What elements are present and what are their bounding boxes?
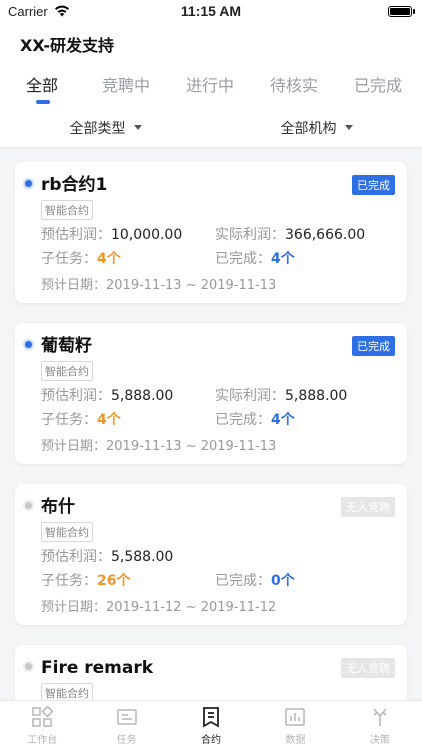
tab-label: 已完成 [353,76,402,95]
task-icon [116,708,137,725]
status-badge: 已完成 [352,175,395,195]
task-row: 子任务： 4个 已完成： 4个 [41,411,395,429]
date-row: 预计日期：2019-11-12 ~ 2019-11-12 [41,596,395,615]
subtasks-value: 26个 [97,573,131,589]
tab-label: 全部 [25,76,58,95]
contract-card[interactable]: rb合约1 已完成 智能合约 预估利润： 10,000.00 实际利润： 366,6… [15,162,407,303]
battery-level [390,7,410,15]
contract-list[interactable]: rb合约1 已完成 智能合约 预估利润： 10,000.00 实际利润： 366,6… [0,148,422,700]
completed-label: 已完成： [215,251,271,267]
date-value: 2019-11-12 ~ 2019-11-12 [106,600,277,615]
subtasks-label: 子任务： [41,412,97,428]
type-tag: 智能合约 [41,361,93,381]
caret-down-icon [133,125,142,130]
tab-all[interactable]: 全部 [0,66,84,108]
completed-value: 4个 [271,412,295,428]
tabbar-label: 数据 [285,734,306,746]
task-row: 子任务： 26个 已完成： 0个 [41,572,395,590]
contract-card[interactable]: 葡萄籽 已完成 智能合约 预估利润： 5,888.00 实际利润： 5,888.00… [15,323,407,464]
est-profit-label: 预估利润： [41,549,111,565]
actual-profit-value: 5,888.00 [285,388,348,404]
status-dot [25,502,32,509]
tabbar-item-decision[interactable]: 决策 [338,701,422,750]
est-profit-value: 10,000.00 [111,227,183,243]
subtasks-label: 子任务： [41,251,97,267]
completed-label: 已完成： [215,573,271,589]
tabbar-item-contracts[interactable]: 合约 [169,701,253,750]
status-bar: Carrier 11:15 AM [0,0,422,22]
chart-icon [285,707,306,726]
carrier-label: Carrier [8,3,48,19]
navigation-bar: XX-研发支持 [0,22,422,66]
status-left: Carrier [8,4,70,19]
actual-profit-label: 实际利润： [215,388,285,404]
caret-down-icon [344,125,353,130]
filter-bar: 全部类型 全部机构 [0,108,422,148]
tabbar-label: 工作台 [27,734,58,746]
est-profit-label: 预估利润： [41,227,111,243]
org-filter-dropdown[interactable]: 全部机构 [211,118,422,138]
type-tag: 智能合约 [41,522,93,542]
subtasks-value: 4个 [97,251,121,267]
tabbar-label: 合约 [201,734,222,746]
completed-value: 4个 [271,251,295,267]
completed-label: 已完成： [215,412,271,428]
tab-label: 竞聘中 [101,76,150,95]
date-row: 预计日期：2019-11-13 ~ 2019-11-13 [41,274,395,293]
tab-pending-verify[interactable]: 待核实 [252,66,336,108]
actual-profit-label: 实际利润： [215,227,285,243]
tab-bidding[interactable]: 竞聘中 [84,66,168,108]
card-title: 葡萄籽 [41,336,92,356]
tab-indicator [36,100,50,104]
task-row: 子任务： 4个 已完成： 4个 [41,250,395,268]
status-badge: 无人竞聘 [341,497,395,517]
profit-row: 预估利润： 10,000.00 实际利润： 366,666.00 [41,226,395,244]
wifi-icon [54,5,69,17]
status-dot [25,341,32,348]
tab-in-progress[interactable]: 进行中 [168,66,252,108]
status-badge: 已完成 [352,336,395,356]
tab-label: 进行中 [185,76,234,95]
est-profit-value: 5,888.00 [111,388,174,404]
bottom-tab-bar: 工作台 任务 合约 数据 决策 [0,700,422,750]
tabbar-label: 任务 [116,734,137,746]
tabbar-item-data[interactable]: 数据 [253,701,337,750]
contract-icon [203,706,219,728]
status-dot [25,180,32,187]
type-tag: 智能合约 [41,200,93,220]
date-label: 预计日期： [41,600,107,615]
subtasks-label: 子任务： [41,573,97,589]
date-row: 预计日期：2019-11-13 ~ 2019-11-13 [41,435,395,454]
type-tag: 智能合约 [41,683,93,700]
profit-row: 预估利润： 5,588.00 [41,548,395,566]
actual-profit-value: 366,666.00 [285,227,366,243]
status-badge: 无人竞聘 [341,658,395,678]
type-filter-label: 全部类型 [69,120,126,137]
profit-row: 预估利润： 5,888.00 实际利润： 5,888.00 [41,387,395,405]
date-label: 预计日期： [41,278,107,293]
contract-card[interactable]: Fire remark 无人竞聘 智能合约 [15,645,407,700]
tab-completed[interactable]: 已完成 [336,66,420,108]
est-profit-label: 预估利润： [41,388,111,404]
tabbar-item-workbench[interactable]: 工作台 [0,701,84,750]
status-tabs: 全部 竞聘中 进行中 待核实 已完成 [0,66,422,108]
card-title: rb合约1 [41,175,108,195]
page-title: XX-研发支持 [20,36,115,55]
contract-card[interactable]: 布什 无人竞聘 智能合约 预估利润： 5,588.00 子任务： 26个 已完成： 0… [15,484,407,625]
status-dot [25,663,32,670]
date-label: 预计日期： [41,439,107,454]
date-value: 2019-11-13 ~ 2019-11-13 [106,439,277,454]
type-filter-dropdown[interactable]: 全部类型 [0,118,211,138]
battery-icon [388,5,415,17]
tabbar-label: 决策 [369,734,390,746]
tab-label: 待核实 [269,76,318,95]
org-filter-label: 全部机构 [280,120,337,137]
subtasks-value: 4个 [97,412,121,428]
tabbar-item-tasks[interactable]: 任务 [84,701,168,750]
date-value: 2019-11-13 ~ 2019-11-13 [106,278,277,293]
est-profit-value: 5,588.00 [111,549,174,565]
decision-icon [373,708,387,726]
completed-value: 0个 [271,573,295,589]
grid-icon [32,705,54,727]
